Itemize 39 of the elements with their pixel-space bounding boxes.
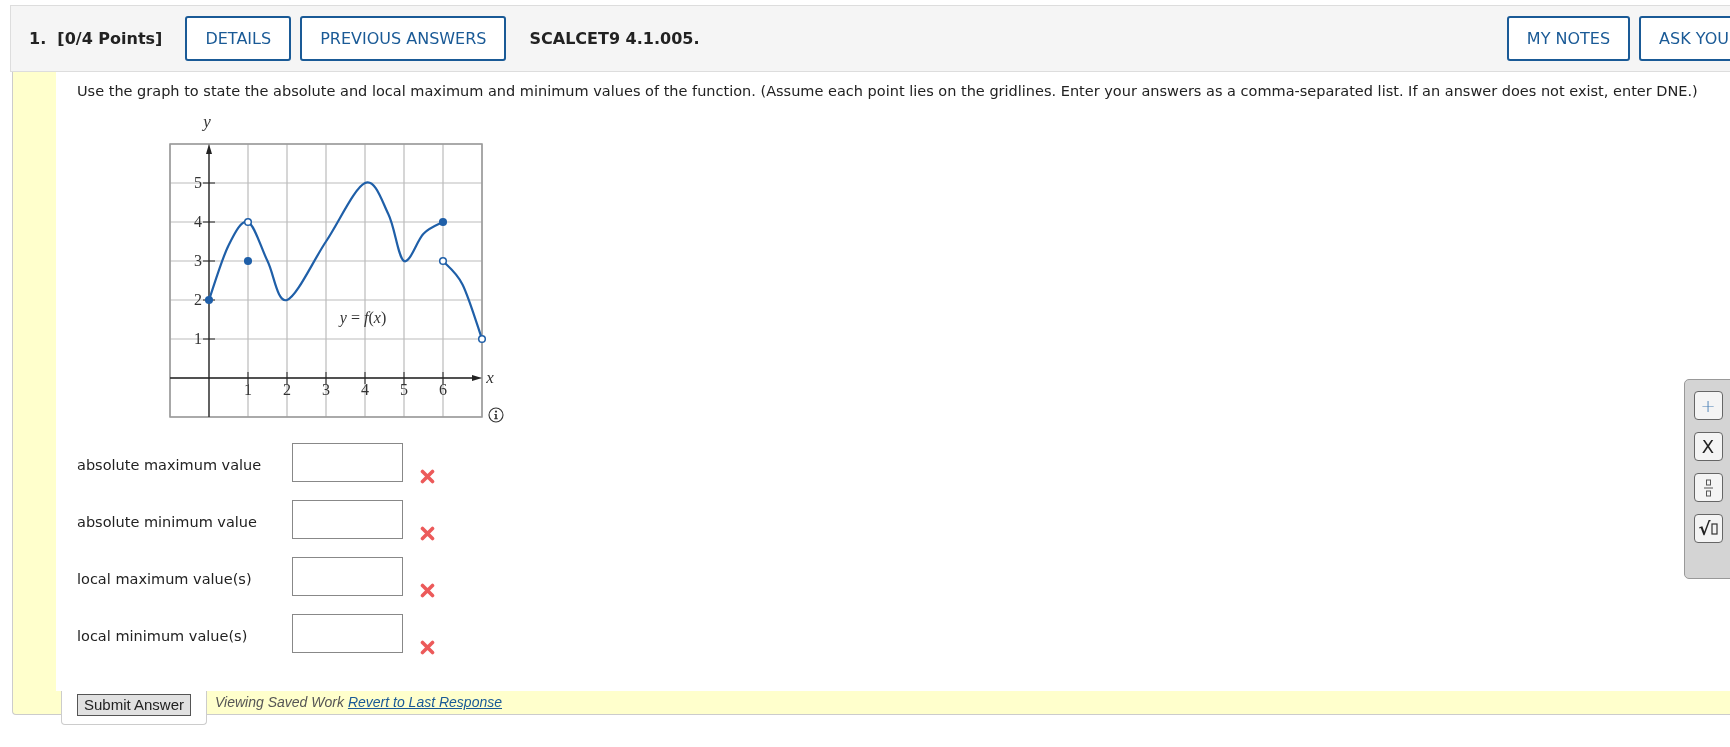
fraction-icon — [1703, 478, 1713, 497]
field-label: absolute maximum value — [77, 455, 263, 475]
axis-label: y — [203, 111, 211, 131]
answer-field[interactable] — [292, 613, 403, 653]
question-points: 1. [0/4 Points] — [29, 27, 163, 50]
answer-field[interactable] — [292, 442, 403, 482]
tick-label: 1 — [244, 380, 252, 398]
square-root-button[interactable]: √ — [1693, 514, 1723, 543]
field-label: absolute minimum value — [77, 512, 258, 532]
tick-label: 4 — [361, 380, 369, 398]
tick-label: 6 — [439, 380, 447, 398]
palette-button[interactable]: X — [1693, 432, 1723, 461]
tick-label: 2 — [194, 290, 202, 308]
header-button[interactable]: DETAILS — [185, 16, 292, 61]
field-label: local maximum value(s) — [77, 569, 253, 589]
status-text: Viewing Saved Work — [214, 693, 344, 712]
question-code: SCALCET9 4.1.005. — [529, 27, 700, 50]
tick-label: 5 — [400, 380, 408, 398]
answer-field[interactable] — [292, 499, 403, 539]
curve-label: y = f(x) — [339, 307, 387, 329]
tick-label: 3 — [194, 251, 202, 269]
palette-button[interactable]: + — [1693, 391, 1723, 420]
tick-label: 5 — [194, 173, 202, 191]
header-button[interactable]: MY NOTES — [1506, 16, 1631, 61]
question-text: Use the graph to state the absolute and local maximum and minimum values of the function. (Assume each point lies on the gridlines. Enter your answers as a comma-separated list. If an answer does not exist, enter DNE.) — [77, 82, 1699, 101]
header-button[interactable]: ASK YOU — [1639, 16, 1730, 61]
tick-label: 3 — [322, 380, 330, 398]
field-label: local minimum value(s) — [77, 626, 249, 646]
axis-label: x — [486, 367, 494, 387]
box-icon — [1710, 522, 1718, 535]
revert-link[interactable]: Revert to Last Response — [347, 691, 502, 713]
tick-label: 2 — [283, 380, 291, 398]
submit-button[interactable]: Submit Answer — [76, 694, 191, 716]
tick-label: 4 — [194, 212, 202, 230]
tick-label: 1 — [194, 329, 202, 347]
fraction-button[interactable] — [1693, 473, 1723, 502]
info-icon[interactable] — [488, 406, 504, 423]
answer-field[interactable] — [292, 556, 403, 596]
header-button[interactable]: PREVIOUS ANSWERS — [300, 16, 507, 61]
